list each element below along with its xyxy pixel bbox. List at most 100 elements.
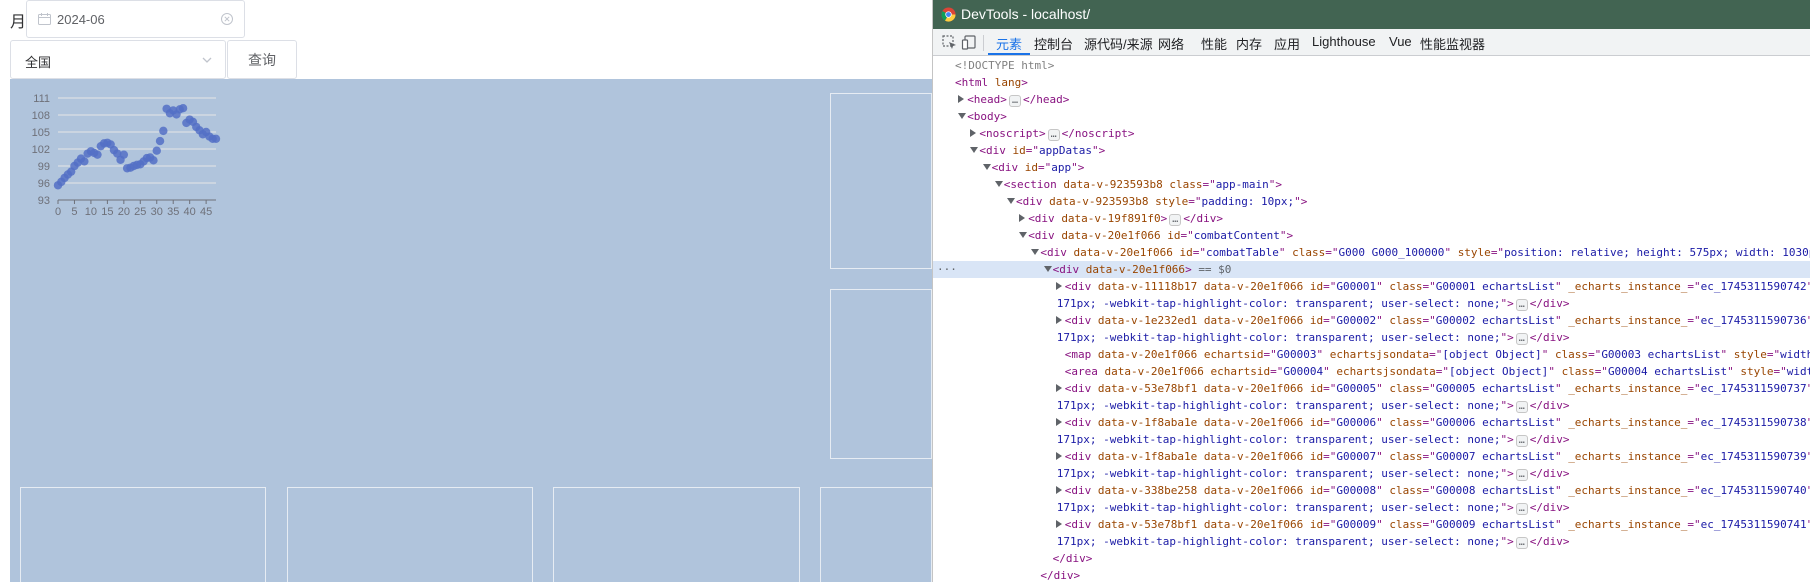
y-tick-label: 105 [32,127,50,139]
dom-tree-node[interactable]: 171px; -webkit-tap-highlight-color: tran… [933,329,1810,346]
dom-tree-node[interactable]: <!DOCTYPE html> [933,57,1810,74]
dom-tree-node[interactable]: </div> [933,567,1810,582]
clear-icon[interactable] [220,12,234,26]
expand-arrow-closed-icon[interactable] [1055,316,1062,324]
devtools-tab[interactable]: 应用 [1274,34,1300,53]
dom-node-markup: <noscript>… </noscript> [979,127,1135,141]
expand-arrow-open-icon[interactable] [958,113,967,119]
expand-arrow-closed-icon[interactable] [958,95,965,103]
chart-panel [820,487,932,582]
y-tick-label: 93 [38,195,50,207]
dom-tree-node[interactable]: <area data-v-20e1f066 echartsid="G00004"… [933,363,1810,380]
date-value: 2024-06 [57,12,105,27]
expand-arrow-closed-icon[interactable] [1055,418,1062,426]
dom-tree-node[interactable]: <div data-v-923593b8 style="padding: 10p… [933,193,1810,210]
month-date-picker[interactable]: 2024-06 [26,0,245,38]
dom-node-markup: <div id="app"> [991,161,1085,174]
x-tick-label: 45 [200,206,212,218]
dom-tree-node[interactable]: <noscript>… </noscript> [933,125,1810,142]
dom-tree-node[interactable]: </div> [933,550,1810,567]
scatter-point [119,150,129,159]
expand-arrow-closed-icon[interactable] [1055,384,1062,392]
inspect-element-icon[interactable] [941,34,958,51]
node-actions-icon[interactable]: ··· [937,261,957,278]
devtools-tab[interactable]: 网络 [1158,34,1184,53]
dom-tree-node[interactable]: <body> [933,108,1810,125]
dom-tree-node[interactable]: <div id="appDatas"> [933,142,1810,159]
dom-node-markup: 171px; -webkit-tap-highlight-color: tran… [1056,467,1570,481]
dom-tree-node[interactable]: <section data-v-923593b8 class="app-main… [933,176,1810,193]
devtools-tab[interactable]: Vue [1389,34,1412,49]
scatter-point [149,156,158,165]
dom-tree-node[interactable]: <map data-v-20e1f066 echartsid="G00003" … [933,346,1810,363]
dom-node-markup: 171px; -webkit-tap-highlight-color: tran… [1056,297,1570,311]
dom-tree-node[interactable]: <div data-v-1f8aba1e data-v-20e1f066 id=… [933,448,1810,465]
expand-arrow-closed-icon[interactable] [1055,486,1062,494]
expand-arrow-open-icon[interactable] [994,181,1003,187]
dom-tree-node[interactable]: <div data-v-20e1f066 id="combatTable" cl… [933,244,1810,261]
scatter-point [80,157,89,166]
dom-node-markup: <map data-v-20e1f066 echartsid="G00003" … [1064,348,1810,361]
expand-arrow-open-icon[interactable] [1031,249,1040,255]
devtools-tab[interactable]: 控制台 [1034,34,1073,53]
expand-arrow-closed-icon[interactable] [1019,214,1026,222]
scatter-point [93,150,102,159]
dom-tree-node[interactable]: 171px; -webkit-tap-highlight-color: tran… [933,465,1810,482]
dom-node-markup: </div> [1040,569,1081,582]
dom-node-markup: 171px; -webkit-tap-highlight-color: tran… [1056,433,1570,447]
dom-tree-node[interactable]: <div data-v-19f891f0>… </div> [933,210,1810,227]
scatter-point [155,136,165,146]
devtools-tab[interactable]: 元素 [996,34,1022,53]
devtools-tab[interactable]: 性能 [1201,34,1227,53]
dom-tree-node[interactable]: <div data-v-53e78bf1 data-v-20e1f066 id=… [933,516,1810,533]
dom-tree-node[interactable]: <div data-v-53e78bf1 data-v-20e1f066 id=… [933,380,1810,397]
devtools-tab[interactable]: Lighthouse [1312,34,1376,49]
dom-tree-node[interactable]: <html lang> [933,74,1810,91]
dom-tree-node[interactable]: <head>… </head> [933,91,1810,108]
chevron-down-icon [202,57,212,63]
dom-tree-node[interactable]: <div data-v-11118b17 data-v-20e1f066 id=… [933,278,1810,295]
expand-arrow-closed-icon[interactable] [1055,452,1062,460]
dom-node-markup: <div data-v-20e1f066 id="combatContent"> [1028,229,1294,242]
dom-tree-node[interactable]: 171px; -webkit-tap-highlight-color: tran… [933,431,1810,448]
x-tick-label: 15 [101,206,113,218]
dom-tree-node[interactable]: 171px; -webkit-tap-highlight-color: tran… [933,533,1810,550]
expand-arrow-closed-icon[interactable] [1055,520,1062,528]
expand-arrow-open-icon[interactable] [1043,266,1052,272]
region-value: 全国 [25,55,52,70]
device-toolbar-icon[interactable] [961,34,978,51]
dom-node-markup: <div data-v-1f8aba1e data-v-20e1f066 id=… [1064,416,1810,429]
devtools-tab[interactable]: 源代码/来源 [1084,34,1153,53]
dom-tree-node[interactable]: ··· <div data-v-20e1f066> == $0 [933,261,1810,278]
dom-tree-node[interactable]: <div id="app"> [933,159,1810,176]
dom-node-markup: 171px; -webkit-tap-highlight-color: tran… [1056,399,1570,413]
x-tick-label: 35 [167,206,179,218]
dom-tree-node[interactable]: 171px; -webkit-tap-highlight-color: tran… [933,397,1810,414]
expand-arrow-open-icon[interactable] [982,164,991,170]
dom-tree-node[interactable]: <div data-v-338be258 data-v-20e1f066 id=… [933,482,1810,499]
expand-arrow-open-icon[interactable] [1019,232,1028,238]
dom-tree-node[interactable]: <div data-v-1e232ed1 data-v-20e1f066 id=… [933,312,1810,329]
query-button[interactable]: 查询 [227,40,297,79]
dom-node-markup: <div data-v-1f8aba1e data-v-20e1f066 id=… [1064,450,1810,463]
x-tick-label: 25 [134,206,146,218]
devtools-title: DevTools - localhost/ [961,6,1091,22]
x-tick-label: 10 [85,206,97,218]
dom-tree-node[interactable]: <div data-v-1f8aba1e data-v-20e1f066 id=… [933,414,1810,431]
expand-arrow-closed-icon[interactable] [1055,282,1062,290]
expand-arrow-open-icon[interactable] [970,147,979,153]
region-select[interactable]: 全国 [10,40,226,79]
expand-arrow-closed-icon[interactable] [970,129,977,137]
elements-tree: <!DOCTYPE html> <html lang> <head>… </head>… [933,57,1810,582]
dom-tree-node[interactable]: <div data-v-20e1f066 id="combatContent"> [933,227,1810,244]
dom-node-markup: <area data-v-20e1f066 echartsid="G00004"… [1064,365,1810,378]
expand-arrow-open-icon[interactable] [1007,198,1015,204]
chrome-logo-icon [941,7,956,22]
chart-panel [287,487,533,582]
devtools-tab[interactable]: 性能监视器 [1420,34,1485,53]
dom-node-markup: <div data-v-923593b8 style="padding: 10p… [1016,195,1308,208]
dom-tree-node[interactable]: 171px; -webkit-tap-highlight-color: tran… [933,295,1810,312]
x-tick-label: 40 [184,206,196,218]
devtools-tab[interactable]: 内存 [1236,34,1262,53]
dom-tree-node[interactable]: 171px; -webkit-tap-highlight-color: tran… [933,499,1810,516]
